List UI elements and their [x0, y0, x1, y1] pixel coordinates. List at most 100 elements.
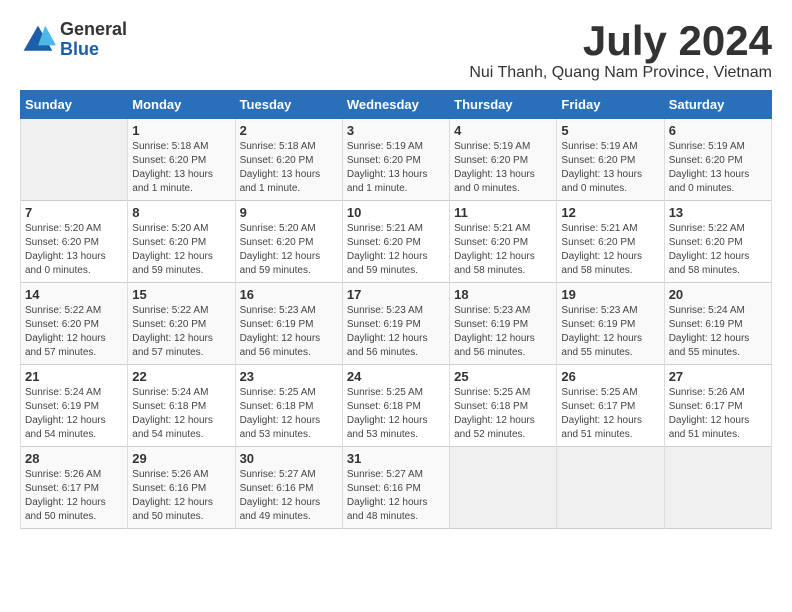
calendar-week-row: 28Sunrise: 5:26 AMSunset: 6:17 PMDayligh… [21, 447, 772, 529]
day-number: 13 [669, 205, 767, 220]
calendar-day-cell: 31Sunrise: 5:27 AMSunset: 6:16 PMDayligh… [342, 447, 449, 529]
day-number: 23 [240, 369, 338, 384]
day-info: Sunrise: 5:24 AMSunset: 6:19 PMDaylight:… [25, 386, 123, 442]
day-number: 20 [669, 287, 767, 302]
weekday-header: Saturday [664, 91, 771, 119]
day-info: Sunrise: 5:25 AMSunset: 6:18 PMDaylight:… [454, 386, 552, 442]
logo-text: General Blue [60, 20, 127, 60]
calendar-day-cell: 29 Sunrise: 5:26 AMSunset: 6:16 PMDayligh… [128, 447, 235, 529]
day-number: 16 [240, 287, 338, 302]
calendar-day-cell: 15 Sunrise: 5:22 AMSunset: 6:20 PMDayligh… [128, 283, 235, 365]
calendar-day-cell [450, 447, 557, 529]
calendar-day-cell [21, 119, 128, 201]
page-header: General Blue July 2024 Nui Thanh, Quang … [20, 20, 772, 82]
calendar-header: SundayMondayTuesdayWednesdayThursdayFrid… [21, 91, 772, 119]
calendar-day-cell: 9 Sunrise: 5:20 AMSunset: 6:20 PMDaylight… [235, 201, 342, 283]
calendar-day-cell: 7Sunrise: 5:20 AMSunset: 6:20 PMDaylight… [21, 201, 128, 283]
day-info: Sunrise: 5:26 AMSunset: 6:16 PMDaylight:… [132, 468, 230, 524]
day-info: Sunrise: 5:26 AMSunset: 6:17 PMDaylight:… [669, 386, 767, 442]
weekday-header: Wednesday [342, 91, 449, 119]
day-number: 24 [347, 369, 445, 384]
calendar-day-cell: 17 Sunrise: 5:23 AMSunset: 6:19 PMDayligh… [342, 283, 449, 365]
day-number: 28 [25, 451, 123, 466]
day-info: Sunrise: 5:20 AMSunset: 6:20 PMDaylight:… [240, 222, 338, 278]
day-number: 17 [347, 287, 445, 302]
day-number: 25 [454, 369, 552, 384]
day-info: Sunrise: 5:23 AMSunset: 6:19 PMDaylight:… [347, 304, 445, 360]
calendar-day-cell: 22 Sunrise: 5:24 AMSunset: 6:18 PMDayligh… [128, 365, 235, 447]
calendar-day-cell: 8Sunrise: 5:20 AMSunset: 6:20 PMDaylight… [128, 201, 235, 283]
weekday-row: SundayMondayTuesdayWednesdayThursdayFrid… [21, 91, 772, 119]
calendar-day-cell: 21 Sunrise: 5:24 AMSunset: 6:19 PMDayligh… [21, 365, 128, 447]
weekday-header: Sunday [21, 91, 128, 119]
day-number: 21 [25, 369, 123, 384]
weekday-header: Monday [128, 91, 235, 119]
day-info: Sunrise: 5:20 AMSunset: 6:20 PMDaylight:… [132, 222, 230, 278]
day-info: Sunrise: 5:20 AMSunset: 6:20 PMDaylight:… [25, 222, 123, 278]
calendar-day-cell: 30 Sunrise: 5:27 AMSunset: 6:16 PMDayligh… [235, 447, 342, 529]
day-info: Sunrise: 5:19 AMSunset: 6:20 PMDaylight:… [561, 140, 659, 196]
day-info: Sunrise: 5:19 AMSunset: 6:20 PMDaylight:… [454, 140, 552, 196]
calendar-day-cell [557, 447, 664, 529]
calendar-day-cell: 5Sunrise: 5:19 AMSunset: 6:20 PMDaylight… [557, 119, 664, 201]
day-info: Sunrise: 5:27 AMSunset: 6:16 PMDaylight:… [240, 468, 338, 524]
day-number: 26 [561, 369, 659, 384]
day-number: 12 [561, 205, 659, 220]
day-info: Sunrise: 5:18 AMSunset: 6:20 PMDaylight:… [132, 140, 230, 196]
weekday-header: Tuesday [235, 91, 342, 119]
day-info: Sunrise: 5:22 AMSunset: 6:20 PMDaylight:… [132, 304, 230, 360]
day-number: 22 [132, 369, 230, 384]
day-number: 29 [132, 451, 230, 466]
day-info: Sunrise: 5:19 AMSunset: 6:20 PMDaylight:… [669, 140, 767, 196]
day-number: 9 [240, 205, 338, 220]
day-info: Sunrise: 5:21 AMSunset: 6:20 PMDaylight:… [347, 222, 445, 278]
title-block: July 2024 Nui Thanh, Quang Nam Province,… [469, 20, 772, 82]
calendar-body: 1 Sunrise: 5:18 AMSunset: 6:20 PMDaylight… [21, 119, 772, 529]
day-info: Sunrise: 5:25 AMSunset: 6:18 PMDaylight:… [240, 386, 338, 442]
calendar-day-cell: 14Sunrise: 5:22 AMSunset: 6:20 PMDayligh… [21, 283, 128, 365]
logo-icon [20, 22, 56, 58]
calendar-day-cell: 27 Sunrise: 5:26 AMSunset: 6:17 PMDayligh… [664, 365, 771, 447]
day-number: 27 [669, 369, 767, 384]
day-info: Sunrise: 5:24 AMSunset: 6:18 PMDaylight:… [132, 386, 230, 442]
day-number: 18 [454, 287, 552, 302]
day-number: 31 [347, 451, 445, 466]
calendar-day-cell: 20 Sunrise: 5:24 AMSunset: 6:19 PMDayligh… [664, 283, 771, 365]
day-info: Sunrise: 5:22 AMSunset: 6:20 PMDaylight:… [669, 222, 767, 278]
calendar-day-cell: 1 Sunrise: 5:18 AMSunset: 6:20 PMDaylight… [128, 119, 235, 201]
day-number: 6 [669, 123, 767, 138]
logo: General Blue [20, 20, 127, 60]
calendar-day-cell: 12Sunrise: 5:21 AMSunset: 6:20 PMDayligh… [557, 201, 664, 283]
month-title: July 2024 [469, 20, 772, 62]
day-info: Sunrise: 5:19 AMSunset: 6:20 PMDaylight:… [347, 140, 445, 196]
day-info: Sunrise: 5:18 AMSunset: 6:20 PMDaylight:… [240, 140, 338, 196]
day-info: Sunrise: 5:25 AMSunset: 6:17 PMDaylight:… [561, 386, 659, 442]
weekday-header: Thursday [450, 91, 557, 119]
calendar-day-cell: 2 Sunrise: 5:18 AMSunset: 6:20 PMDaylight… [235, 119, 342, 201]
calendar-day-cell: 6 Sunrise: 5:19 AMSunset: 6:20 PMDaylight… [664, 119, 771, 201]
day-number: 15 [132, 287, 230, 302]
day-number: 1 [132, 123, 230, 138]
day-info: Sunrise: 5:23 AMSunset: 6:19 PMDaylight:… [561, 304, 659, 360]
day-number: 19 [561, 287, 659, 302]
day-number: 4 [454, 123, 552, 138]
calendar-day-cell: 10Sunrise: 5:21 AMSunset: 6:20 PMDayligh… [342, 201, 449, 283]
day-number: 2 [240, 123, 338, 138]
day-number: 30 [240, 451, 338, 466]
day-number: 3 [347, 123, 445, 138]
calendar-week-row: 7Sunrise: 5:20 AMSunset: 6:20 PMDaylight… [21, 201, 772, 283]
day-info: Sunrise: 5:24 AMSunset: 6:19 PMDaylight:… [669, 304, 767, 360]
day-info: Sunrise: 5:23 AMSunset: 6:19 PMDaylight:… [240, 304, 338, 360]
calendar-week-row: 21 Sunrise: 5:24 AMSunset: 6:19 PMDayligh… [21, 365, 772, 447]
day-info: Sunrise: 5:25 AMSunset: 6:18 PMDaylight:… [347, 386, 445, 442]
calendar-table: SundayMondayTuesdayWednesdayThursdayFrid… [20, 90, 772, 529]
calendar-day-cell: 13 Sunrise: 5:22 AMSunset: 6:20 PMDayligh… [664, 201, 771, 283]
calendar-week-row: 14Sunrise: 5:22 AMSunset: 6:20 PMDayligh… [21, 283, 772, 365]
location-title: Nui Thanh, Quang Nam Province, Vietnam [469, 64, 772, 82]
logo-general: General [60, 20, 127, 40]
calendar-day-cell: 26 Sunrise: 5:25 AMSunset: 6:17 PMDayligh… [557, 365, 664, 447]
logo-blue: Blue [60, 40, 127, 60]
day-info: Sunrise: 5:23 AMSunset: 6:19 PMDaylight:… [454, 304, 552, 360]
calendar-day-cell: 16 Sunrise: 5:23 AMSunset: 6:19 PMDayligh… [235, 283, 342, 365]
calendar-day-cell: 18 Sunrise: 5:23 AMSunset: 6:19 PMDayligh… [450, 283, 557, 365]
